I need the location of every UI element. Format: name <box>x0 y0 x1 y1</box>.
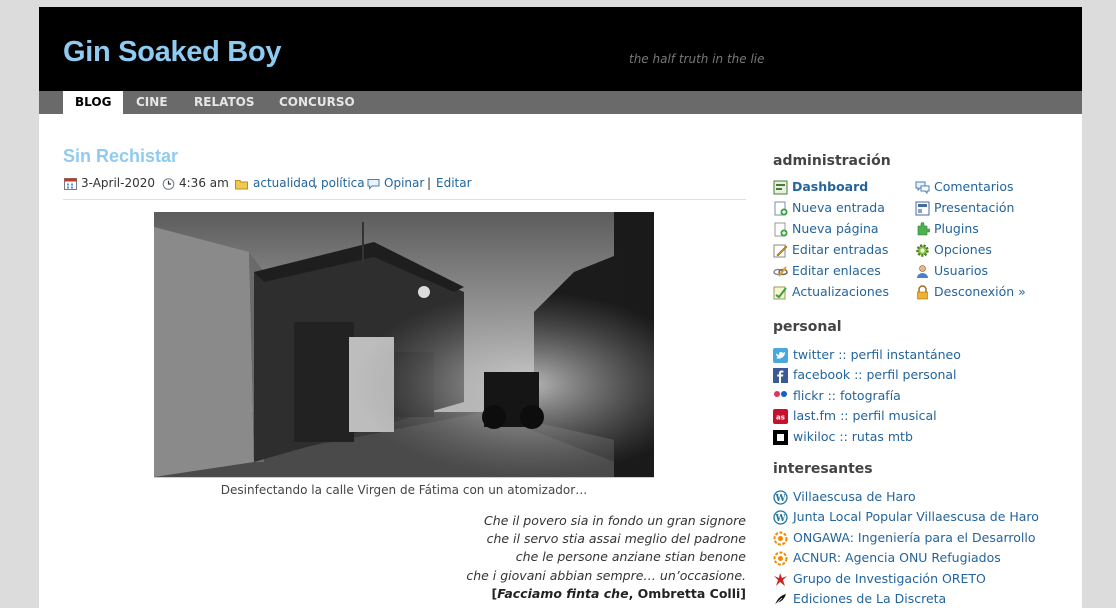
admin-comments-label: Comentarios <box>934 179 1014 194</box>
category-separator: , <box>314 176 318 190</box>
post-date: 3-April-2020 <box>81 176 155 190</box>
admin-dashboard-label: Dashboard <box>792 179 869 194</box>
admin-heading: administración <box>773 153 891 169</box>
wordpress-icon: W <box>773 510 788 525</box>
nav-tab-concurso[interactable]: CONCURSO <box>279 91 355 114</box>
post-time: 4:36 am <box>179 176 229 190</box>
admin-edit-posts-label: Editar entradas <box>792 242 889 257</box>
post-meta: 3-April-2020 4:36 am actualidad , políti… <box>63 175 746 200</box>
admin-new-page-label: Nueva página <box>792 221 879 236</box>
gear-icon <box>916 244 929 257</box>
feather-icon <box>774 594 786 606</box>
quote-line: che il servo stia assai meglio del padro… <box>486 531 746 547</box>
new-post-icon <box>774 201 788 216</box>
updates-icon <box>773 286 787 300</box>
interesantes-link-label: Grupo de Investigación ORETO <box>793 571 986 586</box>
interesantes-link-label: Ediciones de La Discreta <box>793 591 947 606</box>
comments-icon <box>915 181 930 195</box>
ngo-icon <box>773 551 788 566</box>
ngo-icon <box>773 531 788 546</box>
post-quote: Che il povero sia in fondo un gran signo… <box>339 512 746 603</box>
site-title[interactable]: Gin Soaked Boy <box>63 36 281 69</box>
interesantes-link-label: ACNUR: Agencia ONU Refugiados <box>793 550 1001 565</box>
main-nav: BLOG CINE RELATOS CONCURSO <box>39 91 1082 114</box>
comment-link[interactable]: Opinar <box>384 176 424 190</box>
personal-heading: personal <box>773 319 842 335</box>
admin-updates-label: Actualizaciones <box>792 284 889 299</box>
quote-attribution: [Facciamo finta che, Ombretta Colli] <box>339 585 746 603</box>
admin-presentation-label: Presentación <box>934 200 1015 215</box>
interesantes-heading: interesantes <box>773 461 873 477</box>
site-header: Gin Soaked Boy the half truth in the lie <box>39 7 1082 91</box>
personal-link-label: flickr :: fotografía <box>793 388 901 403</box>
calendar-icon <box>64 178 77 190</box>
quote-attrib-rest: , Ombretta Colli] <box>628 585 746 601</box>
svg-text:W: W <box>774 494 786 504</box>
plugin-icon <box>917 222 930 236</box>
new-page-icon <box>774 222 788 237</box>
admin-edit-links-label: Editar enlaces <box>792 263 881 278</box>
edit-posts-icon <box>773 244 788 258</box>
admin-new-post-label: Nueva entrada <box>792 200 885 215</box>
lastfm-icon: as <box>773 409 788 424</box>
twitter-icon <box>773 348 788 363</box>
lock-icon <box>917 285 928 300</box>
wikiloc-icon <box>773 430 788 445</box>
interesantes-link-label: Villaescusa de Haro <box>793 489 916 504</box>
personal-link-label: last.fm :: perfil musical <box>793 408 937 423</box>
image-caption: Desinfectando la calle Virgen de Fátima … <box>220 483 588 497</box>
interesantes-link-label: ONGAWA: Ingeniería para el Desarrollo <box>793 530 1036 545</box>
nav-tab-cine[interactable]: CINE <box>136 91 168 114</box>
svg-text:W: W <box>774 514 786 524</box>
post-photo[interactable] <box>154 212 654 478</box>
admin-users-label: Usuarios <box>934 263 989 278</box>
personal-link-label: wikiloc :: rutas mtb <box>793 429 913 444</box>
folder-icon <box>235 180 248 190</box>
quote-line: che i giovani abbian sempre… un’occasion… <box>466 567 746 583</box>
quote-line: che le persone anziane stian benone <box>515 549 746 565</box>
dashboard-icon <box>773 180 788 195</box>
flickr-icon <box>774 391 787 397</box>
street-photo-illustration <box>154 212 654 477</box>
meta-pipe: | <box>427 176 432 190</box>
quote-song-title: Facciamo finta che <box>497 585 629 601</box>
presentation-icon <box>915 201 930 216</box>
admin-options-label: Opciones <box>934 242 992 257</box>
admin-plugins-label: Plugins <box>934 221 979 236</box>
clock-icon <box>162 178 175 190</box>
category-link-politica[interactable]: política <box>321 176 365 190</box>
svg-text:as: as <box>776 414 785 422</box>
nav-tab-relatos[interactable]: RELATOS <box>194 91 254 114</box>
edit-links-icon <box>773 266 788 277</box>
quote-line: Che il povero sia in fondo un gran signo… <box>484 513 746 528</box>
edit-link[interactable]: Editar <box>436 176 472 190</box>
wordpress-icon: W <box>773 490 788 505</box>
category-link-actualidad[interactable]: actualidad <box>253 176 316 190</box>
admin-logout-label: Desconexión » <box>934 284 1026 299</box>
interesantes-link-label: Junta Local Popular Villaescusa de Haro <box>793 509 1039 524</box>
personal-link-label: facebook :: perfil personal <box>793 367 957 382</box>
comment-icon <box>367 179 380 190</box>
page-wrapper: Gin Soaked Boy the half truth in the lie… <box>39 7 1082 608</box>
personal-link-label: twitter :: perfil instantáneo <box>793 347 961 362</box>
site-tagline: the half truth in the lie <box>629 52 765 66</box>
facebook-icon <box>773 368 788 383</box>
post-title[interactable]: Sin Rechistar <box>63 146 178 167</box>
user-icon <box>917 265 928 278</box>
oreto-icon <box>774 573 787 586</box>
nav-tab-blog[interactable]: BLOG <box>63 91 124 114</box>
